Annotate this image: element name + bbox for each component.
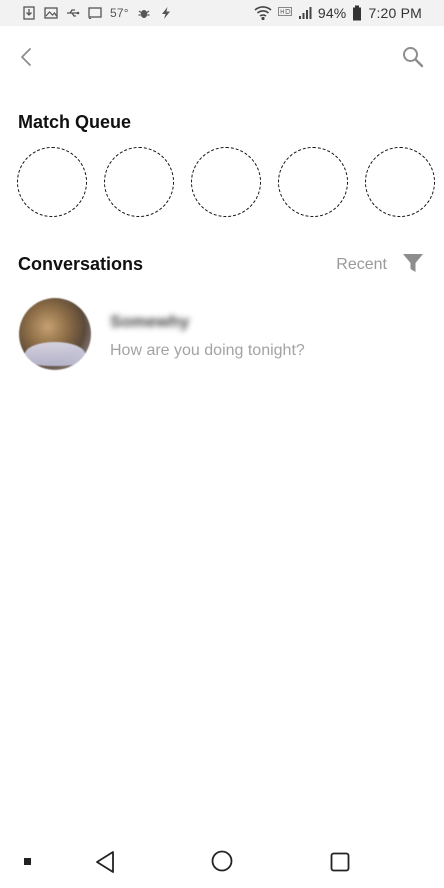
status-right-icons: 94% 7:20 PM [254, 4, 422, 22]
queue-slot-1[interactable] [17, 147, 87, 217]
search-button[interactable] [400, 44, 426, 70]
match-queue-title: Match Queue [18, 112, 132, 132]
cast-icon [88, 7, 102, 20]
nav-back-button[interactable] [93, 849, 117, 875]
download-icon [23, 6, 35, 20]
signal-icon [298, 7, 312, 19]
conversation-item[interactable]: Somewhy How are you doing tonight? [0, 290, 444, 380]
nav-recents-button[interactable] [330, 852, 350, 872]
recents-square-icon [330, 852, 350, 872]
filter-icon [403, 254, 423, 272]
sort-recent-button[interactable]: Recent [336, 256, 387, 274]
filter-button[interactable] [402, 252, 424, 274]
conversations-title: Conversations [18, 254, 144, 274]
chevron-left-icon [21, 48, 31, 66]
queue-slot-2[interactable] [104, 147, 174, 217]
queue-slot-3[interactable] [191, 147, 261, 217]
queue-slot-5[interactable] [365, 147, 435, 217]
conversation-preview: How are you doing tonight? [110, 342, 305, 359]
wifi-icon [254, 6, 272, 21]
flash-icon [161, 7, 170, 19]
back-button[interactable] [14, 44, 40, 70]
nav-home-button[interactable] [211, 850, 233, 872]
bug-icon [138, 10, 150, 18]
usb-icon [67, 9, 80, 17]
status-bar: 57° 94% 7:20 PM [0, 0, 444, 26]
conversation-name: Somewhy [110, 312, 190, 331]
navigation-bar [0, 838, 444, 888]
battery-icon [353, 5, 362, 21]
clock-time: 7:20 PM [368, 5, 422, 21]
app-bar [0, 26, 444, 88]
match-queue [17, 147, 439, 223]
queue-slot-4[interactable] [278, 147, 348, 217]
dot-icon[interactable] [24, 858, 31, 865]
back-triangle-icon [96, 851, 114, 873]
avatar [19, 298, 91, 370]
status-left-icons: 57° [22, 4, 173, 22]
temperature-text: 57° [110, 6, 129, 20]
battery-percent: 94% [317, 5, 347, 21]
home-circle-icon [211, 850, 233, 872]
search-icon [403, 47, 424, 68]
hd-icon [277, 7, 292, 16]
image-icon [44, 7, 58, 19]
